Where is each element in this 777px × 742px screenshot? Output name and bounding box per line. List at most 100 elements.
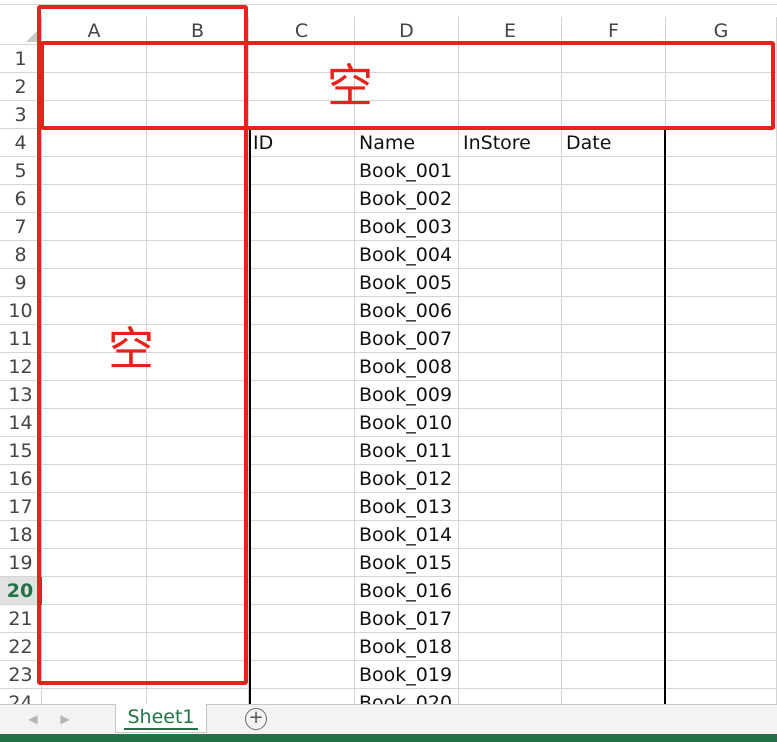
cell-d16[interactable]: Book_012 xyxy=(355,465,459,493)
row-header-3[interactable]: 3 xyxy=(0,101,42,129)
cell-f14[interactable] xyxy=(562,409,666,437)
cell-a20[interactable] xyxy=(42,577,147,605)
row-header-10[interactable]: 10 xyxy=(0,297,42,325)
cell-a5[interactable] xyxy=(42,157,147,185)
cell-a11[interactable] xyxy=(42,325,147,353)
cell-f1[interactable] xyxy=(562,45,666,73)
cell-f18[interactable] xyxy=(562,521,666,549)
cell-c9[interactable] xyxy=(249,269,355,297)
cell-b6[interactable] xyxy=(147,185,249,213)
cell-d23[interactable]: Book_019 xyxy=(355,661,459,689)
cell-c1[interactable] xyxy=(249,45,355,73)
cell-f24[interactable] xyxy=(562,689,666,704)
cell-a19[interactable] xyxy=(42,549,147,577)
cell-b13[interactable] xyxy=(147,381,249,409)
cell-f3[interactable] xyxy=(562,101,666,129)
cell-g11[interactable] xyxy=(666,325,777,353)
cell-a14[interactable] xyxy=(42,409,147,437)
cell-f6[interactable] xyxy=(562,185,666,213)
cell-g9[interactable] xyxy=(666,269,777,297)
select-all-corner[interactable] xyxy=(0,17,42,45)
cell-f15[interactable] xyxy=(562,437,666,465)
cell-c12[interactable] xyxy=(249,353,355,381)
cell-a4[interactable] xyxy=(42,129,147,157)
cell-d19[interactable]: Book_015 xyxy=(355,549,459,577)
cell-c21[interactable] xyxy=(249,605,355,633)
cell-c7[interactable] xyxy=(249,213,355,241)
cell-b12[interactable] xyxy=(147,353,249,381)
cell-e23[interactable] xyxy=(459,661,562,689)
column-header-a[interactable]: A xyxy=(42,17,147,45)
cell-f20[interactable] xyxy=(562,577,666,605)
cell-e24[interactable] xyxy=(459,689,562,704)
cell-g6[interactable] xyxy=(666,185,777,213)
cell-f16[interactable] xyxy=(562,465,666,493)
cell-f22[interactable] xyxy=(562,633,666,661)
cell-a10[interactable] xyxy=(42,297,147,325)
cell-a2[interactable] xyxy=(42,73,147,101)
cell-d4[interactable]: Name xyxy=(355,129,459,157)
cell-b15[interactable] xyxy=(147,437,249,465)
row-header-22[interactable]: 22 xyxy=(0,633,42,661)
cell-d1[interactable] xyxy=(355,45,459,73)
row-header-4[interactable]: 4 xyxy=(0,129,42,157)
cell-c11[interactable] xyxy=(249,325,355,353)
cell-d2[interactable] xyxy=(355,73,459,101)
cell-e16[interactable] xyxy=(459,465,562,493)
row-header-18[interactable]: 18 xyxy=(0,521,42,549)
cell-g2[interactable] xyxy=(666,73,777,101)
cell-d14[interactable]: Book_010 xyxy=(355,409,459,437)
cell-g20[interactable] xyxy=(666,577,777,605)
cell-f11[interactable] xyxy=(562,325,666,353)
cell-a13[interactable] xyxy=(42,381,147,409)
cell-d11[interactable]: Book_007 xyxy=(355,325,459,353)
cell-c18[interactable] xyxy=(249,521,355,549)
cell-f17[interactable] xyxy=(562,493,666,521)
cell-a3[interactable] xyxy=(42,101,147,129)
cell-d20[interactable]: Book_016 xyxy=(355,577,459,605)
cell-b4[interactable] xyxy=(147,129,249,157)
cell-e9[interactable] xyxy=(459,269,562,297)
row-header-17[interactable]: 17 xyxy=(0,493,42,521)
cell-c16[interactable] xyxy=(249,465,355,493)
row-header-2[interactable]: 2 xyxy=(0,73,42,101)
row-header-1[interactable]: 1 xyxy=(0,45,42,73)
cell-d15[interactable]: Book_011 xyxy=(355,437,459,465)
cell-a17[interactable] xyxy=(42,493,147,521)
row-header-15[interactable]: 15 xyxy=(0,437,42,465)
cell-c13[interactable] xyxy=(249,381,355,409)
cell-e15[interactable] xyxy=(459,437,562,465)
cell-e21[interactable] xyxy=(459,605,562,633)
cell-c2[interactable] xyxy=(249,73,355,101)
row-header-21[interactable]: 21 xyxy=(0,605,42,633)
cell-g16[interactable] xyxy=(666,465,777,493)
cell-b10[interactable] xyxy=(147,297,249,325)
cell-f7[interactable] xyxy=(562,213,666,241)
cell-a21[interactable] xyxy=(42,605,147,633)
cell-g24[interactable] xyxy=(666,689,777,704)
plus-circle-icon[interactable]: + xyxy=(245,708,267,730)
cell-e11[interactable] xyxy=(459,325,562,353)
scroll-tabs-right-icon[interactable]: ▶ xyxy=(58,711,72,727)
row-header-5[interactable]: 5 xyxy=(0,157,42,185)
column-header-e[interactable]: E xyxy=(459,17,562,45)
cell-c6[interactable] xyxy=(249,185,355,213)
cell-d7[interactable]: Book_003 xyxy=(355,213,459,241)
sheet-tab-sheet1[interactable]: Sheet1 xyxy=(115,704,207,733)
cell-e10[interactable] xyxy=(459,297,562,325)
scroll-tabs-left-icon[interactable]: ◀ xyxy=(26,711,40,727)
worksheet-grid[interactable]: A B C D E F G 1 2 3 4 ID Name InStore Date 5 Book_001 6 Bo… xyxy=(0,0,777,704)
cell-e14[interactable] xyxy=(459,409,562,437)
row-header-19[interactable]: 19 xyxy=(0,549,42,577)
cell-f13[interactable] xyxy=(562,381,666,409)
cell-e6[interactable] xyxy=(459,185,562,213)
cell-g1[interactable] xyxy=(666,45,777,73)
cell-f5[interactable] xyxy=(562,157,666,185)
cell-c22[interactable] xyxy=(249,633,355,661)
cell-e4[interactable]: InStore xyxy=(459,129,562,157)
cell-b11[interactable] xyxy=(147,325,249,353)
cell-f10[interactable] xyxy=(562,297,666,325)
row-header-12[interactable]: 12 xyxy=(0,353,42,381)
row-header-24[interactable]: 24 xyxy=(0,689,42,704)
cell-e8[interactable] xyxy=(459,241,562,269)
